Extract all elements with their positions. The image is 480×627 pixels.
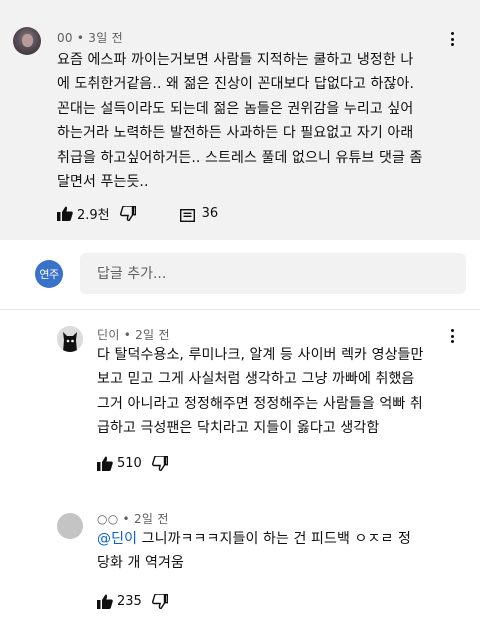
- thumbs-down-icon[interactable]: [119, 205, 136, 222]
- reply-meta: 딘이 • 2일 전: [97, 328, 170, 342]
- reply-time[interactable]: 2일 전: [134, 512, 169, 526]
- reply-text-line1: 그니까ㅋㅋㅋ지들이 하는 건 피드백 ㅇㅈㄹ 정: [137, 531, 411, 547]
- like-count: 510: [117, 456, 142, 471]
- commenter-avatar[interactable]: [13, 27, 41, 55]
- thumbs-down-icon[interactable]: [151, 593, 168, 610]
- comment-actions: 2.9천 36: [57, 204, 218, 223]
- like-count: 2.9천: [77, 208, 110, 223]
- reply-text: 다 탈덕수용소, 루미나크, 알계 등 사이버 렉카 영상들만 보고 믿고 그게…: [97, 347, 424, 437]
- reply-actions: 510: [97, 455, 168, 472]
- reply-meta: ○○ • 2일 전: [97, 512, 169, 526]
- reply-comment-icon[interactable]: [179, 207, 195, 223]
- reply-actions: 235: [97, 593, 168, 610]
- mention-link[interactable]: @딘이: [97, 531, 137, 547]
- reply-count[interactable]: 36: [202, 206, 219, 221]
- comment-time[interactable]: 3일 전: [88, 31, 123, 45]
- thumbs-up-icon[interactable]: [97, 594, 113, 609]
- reply-input[interactable]: [80, 253, 466, 294]
- comment-author[interactable]: 00: [57, 31, 73, 45]
- reply-author[interactable]: 딘이: [97, 328, 120, 342]
- thumbs-up-icon[interactable]: [57, 206, 73, 221]
- comment-meta: 00 • 3일 전: [57, 31, 123, 45]
- highlighted-comment: 00 • 3일 전 요즘 에스파 까이는거보면 사람들 지적하는 쿨하고 냉정한 나…: [0, 0, 480, 240]
- reply-time[interactable]: 2일 전: [135, 328, 170, 342]
- user-avatar: 연주: [35, 260, 63, 288]
- thumbs-up-icon[interactable]: [97, 456, 113, 471]
- reply-author-avatar[interactable]: [57, 326, 83, 352]
- more-vert-icon[interactable]: [445, 30, 459, 48]
- reply-author[interactable]: ○○: [97, 512, 119, 526]
- thumbs-down-icon[interactable]: [151, 455, 168, 472]
- reply-text-line2: 당화 개 역겨움: [97, 555, 184, 572]
- divider: [0, 309, 480, 310]
- reply-text: @딘이 그니까ㅋㅋㅋ지들이 하는 건 피드백 ㅇㅈㄹ 정당화 개 역겨움: [97, 527, 472, 576]
- comment-text: 요즘 에스파 까이는거보면 사람들 지적하는 쿨하고 냉정한 나 에 도취한거같…: [57, 52, 423, 191]
- reply-author-avatar[interactable]: [57, 513, 83, 539]
- like-count: 235: [117, 594, 142, 609]
